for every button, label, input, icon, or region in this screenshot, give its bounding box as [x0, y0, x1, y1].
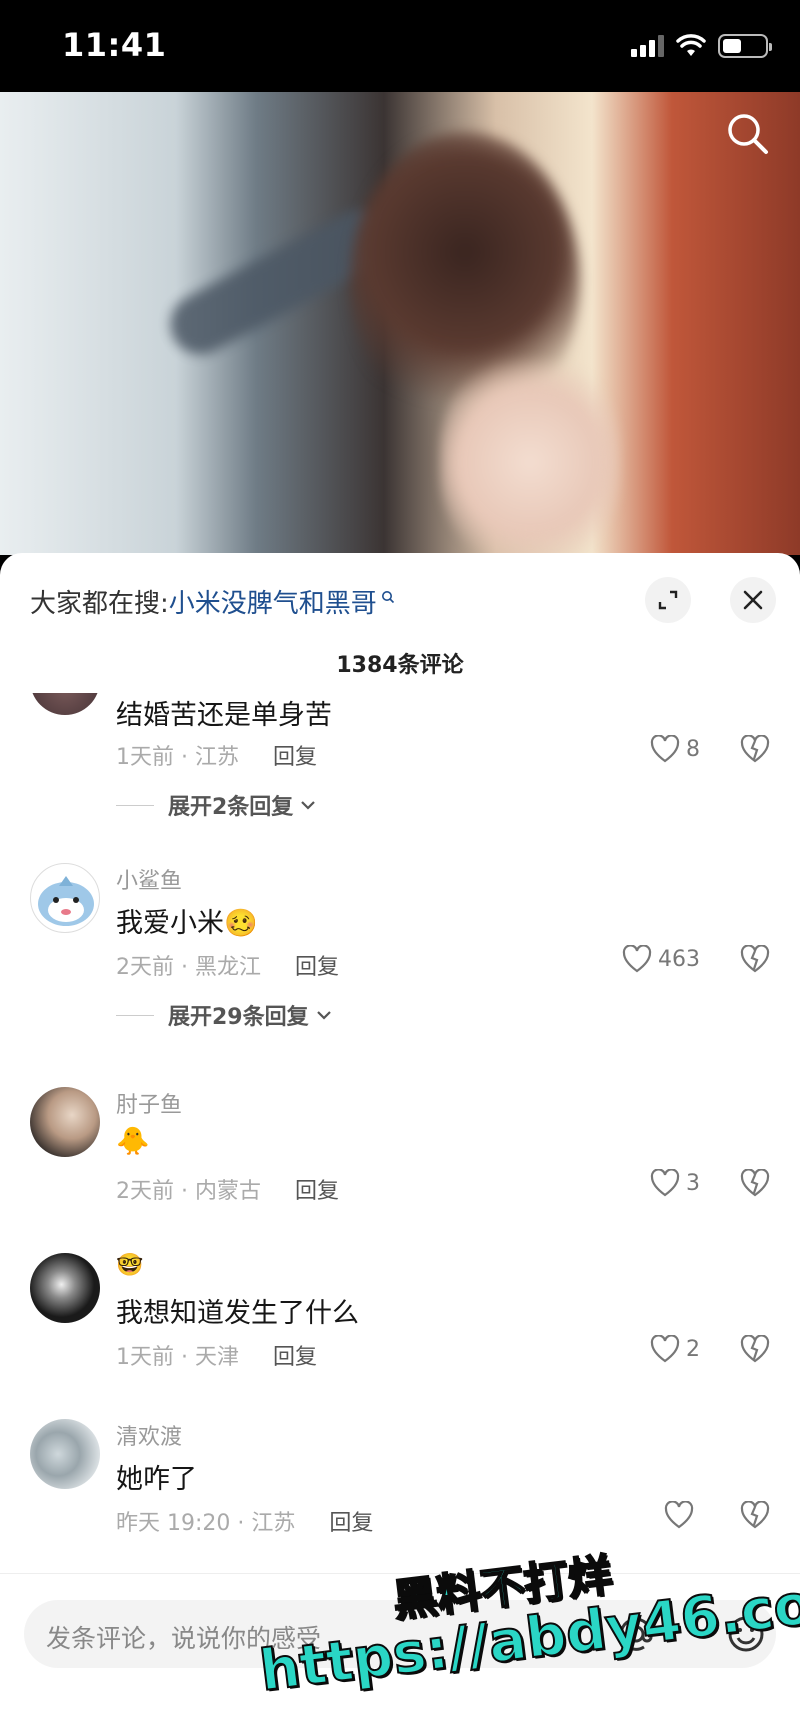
comment-username[interactable]: 肘子鱼 [116, 1087, 182, 1119]
heart-icon [622, 945, 652, 973]
reply-button[interactable]: 回复 [295, 949, 339, 981]
expand-icon [658, 590, 678, 610]
comment-meta: 昨天 19:20 · 江苏 回复 [116, 1505, 373, 1537]
comment-meta: 1天前 · 江苏 回复 [116, 739, 317, 771]
comment-time-location: 2天前 · 黑龙江 [116, 955, 261, 980]
hot-search-prefix: 大家都在搜: [30, 589, 169, 619]
comment-meta: 2天前 · 内蒙古 回复 [116, 1173, 339, 1205]
hot-search-keyword[interactable]: 小米没脾气和黑哥 [169, 583, 377, 620]
expand-button[interactable] [645, 577, 691, 623]
comment-username[interactable]: 🤓 [116, 1253, 143, 1278]
reply-button[interactable]: 回复 [295, 1173, 339, 1205]
comment-meta: 1天前 · 天津 回复 [116, 1339, 317, 1371]
search-icon[interactable] [724, 110, 772, 158]
comment-content: 她咋了 [116, 1464, 197, 1495]
status-bar: 11:41 [0, 0, 800, 92]
comment-username[interactable]: 清欢渡 [116, 1419, 182, 1451]
broken-heart-icon[interactable] [740, 735, 770, 763]
heart-icon [650, 1169, 680, 1197]
comment-time-location: 1天前 · 天津 [116, 1345, 239, 1370]
wifi-icon [676, 34, 706, 56]
battery-icon [718, 34, 772, 58]
comment-content: 🐥 [116, 1126, 150, 1157]
signal-icon [631, 35, 664, 57]
broken-heart-icon[interactable] [740, 1335, 770, 1363]
hot-search-bar[interactable]: 大家都在搜: 小米没脾气和黑哥 [30, 583, 395, 620]
broken-heart-icon[interactable] [740, 1169, 770, 1197]
like-count: 8 [686, 736, 700, 762]
avatar[interactable] [30, 1419, 100, 1489]
heart-icon [664, 1501, 694, 1529]
comment-meta: 2天前 · 黑龙江 回复 [116, 949, 339, 981]
status-icons [631, 34, 772, 58]
status-time: 11:41 [62, 26, 167, 64]
avatar[interactable] [30, 1087, 100, 1157]
search-icon [381, 590, 394, 603]
reply-button[interactable]: 回复 [273, 1339, 317, 1371]
heart-icon [650, 1335, 680, 1363]
comment-time-location: 昨天 19:20 · 江苏 [116, 1511, 296, 1536]
like-count: 3 [686, 1170, 700, 1196]
broken-heart-icon[interactable] [740, 1501, 770, 1529]
avatar[interactable] [30, 693, 100, 715]
comment-sheet: 大家都在搜: 小米没脾气和黑哥 1384条评论 结婚苦还是单身苦 1天前 · 江… [0, 553, 800, 1731]
chevron-down-icon [316, 1011, 331, 1020]
like-count: 2 [686, 1336, 700, 1362]
comment-count: 1384条评论 [336, 653, 464, 678]
like-button[interactable]: 3 [650, 1169, 700, 1197]
broken-heart-icon[interactable] [740, 945, 770, 973]
comment-content: 结婚苦还是单身苦 [116, 700, 332, 731]
avatar[interactable] [30, 1253, 100, 1323]
like-button[interactable] [664, 1501, 700, 1529]
comment-username[interactable]: 小鲨鱼 [116, 863, 182, 895]
expand-replies-button[interactable]: 展开2条回复 [116, 789, 317, 821]
reply-button[interactable]: 回复 [329, 1505, 373, 1537]
avatar[interactable] [30, 863, 100, 933]
expand-replies-button[interactable]: 展开29条回复 [116, 999, 333, 1031]
like-count: 463 [658, 946, 700, 972]
comment-content: 我想知道发生了什么 [116, 1298, 359, 1329]
video-player[interactable] [0, 92, 800, 555]
close-button[interactable] [730, 577, 776, 623]
comment-time-location: 2天前 · 内蒙古 [116, 1179, 261, 1204]
comment-time-location: 1天前 · 江苏 [116, 745, 239, 770]
like-button[interactable]: 8 [650, 735, 700, 763]
like-button[interactable]: 2 [650, 1335, 700, 1363]
heart-icon [650, 735, 680, 763]
like-button[interactable]: 463 [622, 945, 700, 973]
reply-button[interactable]: 回复 [273, 739, 317, 771]
comment-list[interactable]: 结婚苦还是单身苦 1天前 · 江苏 回复 8 展开2条回复 小鲨鱼 我爱小米🥴 … [0, 693, 800, 1573]
chevron-down-icon [301, 801, 316, 810]
comment-content: 我爱小米🥴 [116, 908, 258, 939]
close-icon [743, 590, 763, 610]
